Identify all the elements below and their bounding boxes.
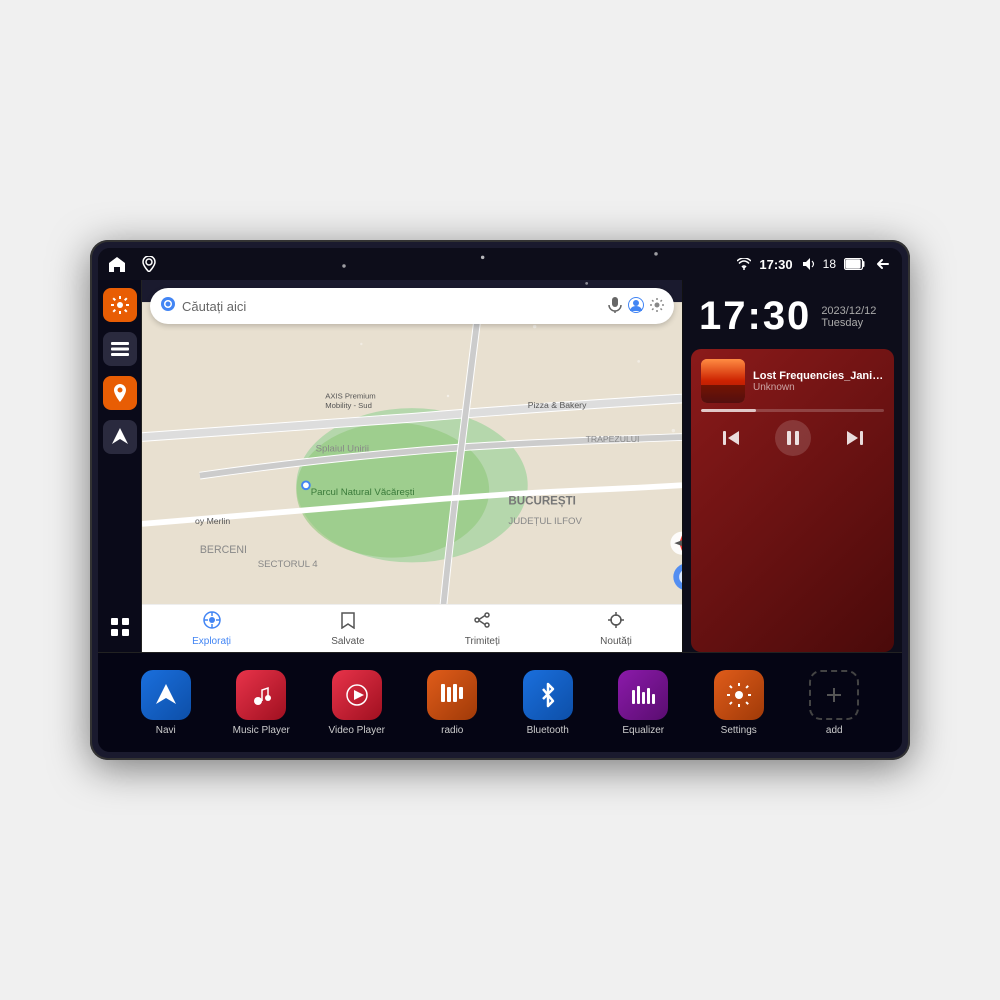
map-area[interactable]: BERCENI Splaiul Unirii BUCUREȘTI JUDEȚUL… xyxy=(142,280,682,652)
right-panel: 17:30 2023/12/12 Tuesday Lost Frequencie… xyxy=(682,280,902,652)
app-music-player[interactable]: Music Player xyxy=(231,670,291,736)
screen: 17:30 18 xyxy=(98,248,902,752)
app-equalizer[interactable]: Equalizer xyxy=(613,670,673,736)
svg-text:JUDEȚUL ILFOV: JUDEȚUL ILFOV xyxy=(508,516,582,527)
clock-time: 17:30 xyxy=(699,294,811,339)
app-bluetooth[interactable]: Bluetooth xyxy=(518,670,578,736)
sidebar-files[interactable] xyxy=(103,332,137,366)
status-left xyxy=(106,253,160,275)
saved-icon xyxy=(339,611,357,634)
music-artist: Unknown xyxy=(753,382,884,393)
map-nav-updates[interactable]: Noutăți xyxy=(600,611,632,647)
saved-label: Salvate xyxy=(331,636,364,647)
svg-text:Mobility - Sud: Mobility - Sud xyxy=(325,401,372,410)
music-player-label: Music Player xyxy=(233,725,290,736)
pause-button[interactable] xyxy=(775,420,811,456)
svg-text:Parcul Natural Văcărești: Parcul Natural Văcărești xyxy=(311,487,415,498)
app-settings[interactable]: Settings xyxy=(709,670,769,736)
svg-text:SECTORUL 4: SECTORUL 4 xyxy=(258,559,319,570)
video-player-icon-bg xyxy=(332,670,382,720)
bluetooth-label: Bluetooth xyxy=(527,725,569,736)
video-player-label: Video Player xyxy=(328,725,385,736)
app-navi[interactable]: Navi xyxy=(136,670,196,736)
app-radio[interactable]: radio xyxy=(422,670,482,736)
music-progress-bar[interactable] xyxy=(701,409,884,412)
updates-icon xyxy=(607,611,625,634)
map-settings-icon[interactable] xyxy=(650,298,664,315)
svg-text:BERCENI: BERCENI xyxy=(200,544,247,556)
map-nav-share[interactable]: Trimiteți xyxy=(465,611,500,647)
radio-icon-bg xyxy=(427,670,477,720)
map-status-icon[interactable] xyxy=(138,253,160,275)
map-background: BERCENI Splaiul Unirii BUCUREȘTI JUDEȚUL… xyxy=(142,280,682,652)
clock-widget: 17:30 2023/12/12 Tuesday xyxy=(683,280,902,349)
explore-icon xyxy=(203,611,221,634)
back-icon[interactable] xyxy=(874,256,890,272)
sidebar-grid[interactable] xyxy=(103,610,137,644)
status-time: 17:30 xyxy=(759,257,792,272)
svg-text:Splaiul Unirii: Splaiul Unirii xyxy=(316,444,370,455)
map-nav-explore[interactable]: Explorați xyxy=(192,611,231,647)
svg-text:AXIS Premium: AXIS Premium xyxy=(325,392,376,401)
app-video-player[interactable]: Video Player xyxy=(327,670,387,736)
radio-label: radio xyxy=(441,725,463,736)
mic-icon[interactable] xyxy=(608,297,622,316)
app-add[interactable]: add xyxy=(804,670,864,736)
music-text: Lost Frequencies_Janie... Unknown xyxy=(753,370,884,393)
profile-icon[interactable] xyxy=(628,297,644,316)
battery-icon xyxy=(844,258,866,270)
svg-text:BUCUREȘTI: BUCUREȘTI xyxy=(508,496,575,508)
battery-level: 18 xyxy=(823,257,836,271)
car-head-unit: 17:30 18 xyxy=(90,240,910,760)
google-maps-icon xyxy=(160,296,176,317)
map-bottom-nav: Explorați Salvate Trimiteți xyxy=(142,604,682,652)
home-icon[interactable] xyxy=(106,253,128,275)
sidebar-settings[interactable] xyxy=(103,288,137,322)
apps-row: Navi Music Player xyxy=(98,652,902,752)
status-right: 17:30 18 xyxy=(737,256,890,272)
share-label: Trimiteți xyxy=(465,636,500,647)
progress-fill xyxy=(701,409,756,412)
music-info: Lost Frequencies_Janie... Unknown xyxy=(701,359,884,403)
sidebar-map[interactable] xyxy=(103,376,137,410)
map-nav-saved[interactable]: Salvate xyxy=(331,611,364,647)
music-controls xyxy=(701,418,884,458)
share-icon xyxy=(473,611,491,634)
volume-icon xyxy=(801,257,815,271)
explore-label: Explorați xyxy=(192,636,231,647)
sidebar xyxy=(98,280,142,652)
prev-button[interactable] xyxy=(714,420,750,456)
svg-text:oy Merlin: oy Merlin xyxy=(195,516,230,526)
add-icon-bg xyxy=(809,670,859,720)
clock-day: Tuesday xyxy=(821,317,876,329)
navi-icon-bg xyxy=(141,670,191,720)
music-title: Lost Frequencies_Janie... xyxy=(753,370,884,382)
bluetooth-icon-bg xyxy=(523,670,573,720)
search-placeholder: Căutați aici xyxy=(182,299,246,314)
next-button[interactable] xyxy=(836,420,872,456)
wifi-icon xyxy=(737,258,751,270)
equalizer-label: Equalizer xyxy=(622,725,664,736)
settings-icon-bg xyxy=(714,670,764,720)
clock-date-value: 2023/12/12 xyxy=(821,305,876,317)
add-label: add xyxy=(826,725,843,736)
svg-text:TRAPEZULUI: TRAPEZULUI xyxy=(586,434,640,444)
updates-label: Noutăți xyxy=(600,636,632,647)
svg-text:Pizza & Bakery: Pizza & Bakery xyxy=(528,400,587,410)
album-art xyxy=(701,359,745,403)
sidebar-nav[interactable] xyxy=(103,420,137,454)
clock-date: 2023/12/12 Tuesday xyxy=(821,305,876,329)
navi-label: Navi xyxy=(156,725,176,736)
map-search-bar[interactable]: Căutați aici xyxy=(150,288,674,324)
settings-label: Settings xyxy=(721,725,757,736)
status-bar: 17:30 18 xyxy=(98,248,902,280)
music-player-icon-bg xyxy=(236,670,286,720)
equalizer-icon-bg xyxy=(618,670,668,720)
main-content: BERCENI Splaiul Unirii BUCUREȘTI JUDEȚUL… xyxy=(98,280,902,652)
music-widget: Lost Frequencies_Janie... Unknown xyxy=(691,349,894,652)
